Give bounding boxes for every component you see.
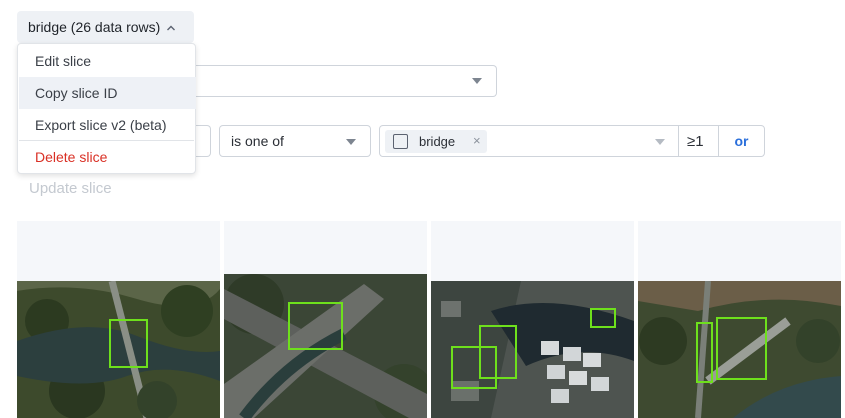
caret-down-icon [472,78,482,84]
values-select[interactable]: bridge × [379,125,679,157]
update-slice-button[interactable]: Update slice [29,180,112,197]
image-tile[interactable] [224,221,427,418]
slice-dropdown-button[interactable]: bridge (26 data rows) [17,11,194,43]
value-chip: bridge × [385,130,487,153]
menu-item-edit-slice[interactable]: Edit slice [19,45,196,77]
checkbox-icon[interactable] [393,134,408,149]
menu-item-delete-slice[interactable]: Delete slice [19,141,196,173]
menu-item-copy-slice-id[interactable]: Copy slice ID [19,77,196,109]
chip-label: bridge [419,134,456,149]
operator-value: is one of [231,133,284,149]
caret-down-icon [346,139,356,145]
count-input[interactable]: ≥1 [678,125,719,157]
menu-item-export-slice[interactable]: Export slice v2 (beta) [19,109,196,141]
slice-menu: Edit slice Copy slice ID Export slice v2… [17,43,196,174]
operator-select[interactable]: is one of [219,125,371,157]
remove-chip-icon[interactable]: × [473,133,481,148]
chevron-up-icon [167,25,176,31]
image-tile[interactable] [431,221,634,418]
slice-dropdown-label: bridge (26 data rows) [28,19,161,35]
aerial-bridge-image [638,281,841,418]
image-tile[interactable] [638,221,841,418]
field-select[interactable] [192,65,497,97]
aerial-bridge-image [17,281,220,418]
image-tile[interactable] [17,221,220,418]
caret-down-icon [655,139,665,145]
aerial-bridge-image [224,274,427,418]
count-value: ≥1 [687,132,704,150]
or-button[interactable]: or [718,125,765,157]
aerial-bridge-image [431,281,634,418]
